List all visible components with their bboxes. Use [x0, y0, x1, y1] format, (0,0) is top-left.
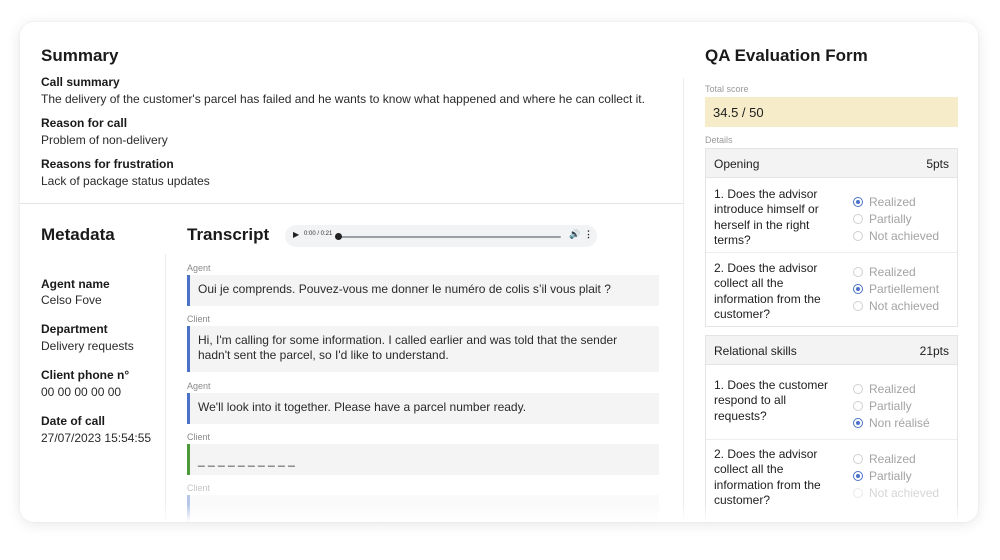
qa-section-relational-skills: Relational skills 21pts 1. Does the cust…	[705, 335, 958, 522]
radio-realized[interactable]: Realized	[853, 265, 916, 279]
summary-divider	[20, 203, 683, 204]
reason-text: Problem of non-delivery	[41, 133, 168, 147]
message-speaker: Client	[187, 483, 211, 493]
radio-circle-icon	[853, 471, 863, 481]
audio-progress-handle[interactable]	[335, 233, 342, 240]
radio-not-achieved[interactable]: Not achieved	[853, 486, 939, 500]
radio-partially[interactable]: Partially	[853, 399, 912, 413]
audio-player[interactable]: ▶ 0:00 / 0:21 🔊 ⋮	[285, 225, 597, 247]
call-summary-label: Call summary	[41, 75, 120, 89]
section-header: Relational skills 21pts	[706, 336, 957, 365]
volume-icon[interactable]: 🔊	[569, 229, 580, 240]
qa-form-title: QA Evaluation Form	[705, 46, 868, 65]
frustration-text: Lack of package status updates	[41, 174, 210, 188]
message-bubble: _ _ _ _ _ _ _ _ _ _	[187, 444, 659, 475]
metadata-title: Metadata	[41, 225, 115, 244]
total-score-label: Total score	[705, 84, 749, 94]
question-text: 1. Does the customer respond to all requ…	[714, 378, 829, 423]
radio-circle-icon	[853, 488, 863, 498]
message-bubble: Oui je comprends. Pouvez-vous me donner …	[187, 275, 659, 306]
section-name: Relational skills	[714, 344, 797, 358]
total-score-value: 34.5 / 50	[705, 97, 958, 127]
message-bubble: We'll look into it together. Please have…	[187, 393, 659, 424]
call-summary-text: The delivery of the customer's parcel ha…	[41, 92, 645, 106]
radio-circle-icon	[853, 267, 863, 277]
radio-realized[interactable]: Realized	[853, 195, 916, 209]
radio-realized[interactable]: Realized	[853, 452, 916, 466]
agent-name-label: Agent name	[41, 277, 110, 291]
message-bubble: Hi, I'm calling for some information. I …	[187, 326, 659, 372]
department-value: Delivery requests	[41, 339, 134, 353]
radio-circle-icon	[853, 301, 863, 311]
metadata-divider	[165, 254, 166, 522]
date-of-call-value: 27/07/2023 15:54:55	[41, 431, 152, 445]
radio-partially[interactable]: Partially	[853, 212, 912, 226]
radio-non-realise[interactable]: Non réalisé	[853, 416, 930, 430]
radio-not-achieved[interactable]: Not achieved	[853, 229, 939, 243]
transcript-title: Transcript	[187, 225, 270, 244]
department-label: Department	[41, 322, 108, 336]
details-label: Details	[705, 135, 733, 145]
radio-circle-icon	[853, 401, 863, 411]
radio-realized[interactable]: Realized	[853, 382, 916, 396]
audio-progress-track[interactable]	[337, 236, 561, 238]
reason-label: Reason for call	[41, 116, 128, 130]
client-phone-value: 00 00 00 00 00	[41, 385, 122, 399]
audio-time: 0:00 / 0:21	[304, 231, 333, 237]
main-card: Summary Call summary The delivery of the…	[20, 22, 978, 522]
question-text: 2. Does the advisor collect all the info…	[714, 447, 821, 507]
question-divider	[706, 252, 957, 253]
date-of-call-label: Date of call	[41, 414, 106, 428]
radio-circle-icon	[853, 454, 863, 464]
more-options-icon[interactable]: ⋮	[584, 229, 593, 240]
radio-circle-icon	[853, 384, 863, 394]
question-text: 1. Does the advisor introduce himself or…	[714, 187, 819, 247]
column-divider	[683, 78, 684, 522]
frustration-label: Reasons for frustration	[41, 157, 174, 171]
question-text: 2. Does the advisor collect all the info…	[714, 261, 821, 321]
section-points: 5pts	[926, 157, 949, 171]
radio-partially[interactable]: Partially	[853, 469, 912, 483]
radio-circle-icon	[853, 197, 863, 207]
section-name: Opening	[714, 157, 760, 171]
message-speaker: Agent	[187, 381, 211, 391]
radio-circle-icon	[853, 214, 863, 224]
bottom-fade	[20, 504, 978, 522]
question-divider	[706, 439, 957, 440]
message-speaker: Agent	[187, 263, 211, 273]
agent-name-value: Celso Fove	[41, 293, 102, 307]
message-speaker: Client	[187, 432, 211, 442]
summary-title: Summary	[41, 46, 119, 65]
radio-circle-icon	[853, 231, 863, 241]
qa-section-opening: Opening 5pts 1. Does the advisor introdu…	[705, 148, 958, 327]
section-header: Opening 5pts	[706, 149, 957, 178]
section-points: 21pts	[919, 344, 949, 358]
message-speaker: Client	[187, 314, 211, 324]
client-phone-label: Client phone n°	[41, 368, 130, 382]
radio-circle-icon	[853, 284, 863, 294]
radio-circle-icon	[853, 418, 863, 428]
play-icon[interactable]: ▶	[293, 230, 299, 239]
radio-not-achieved[interactable]: Not achieved	[853, 299, 939, 313]
radio-partiellement[interactable]: Partiellement	[853, 282, 939, 296]
